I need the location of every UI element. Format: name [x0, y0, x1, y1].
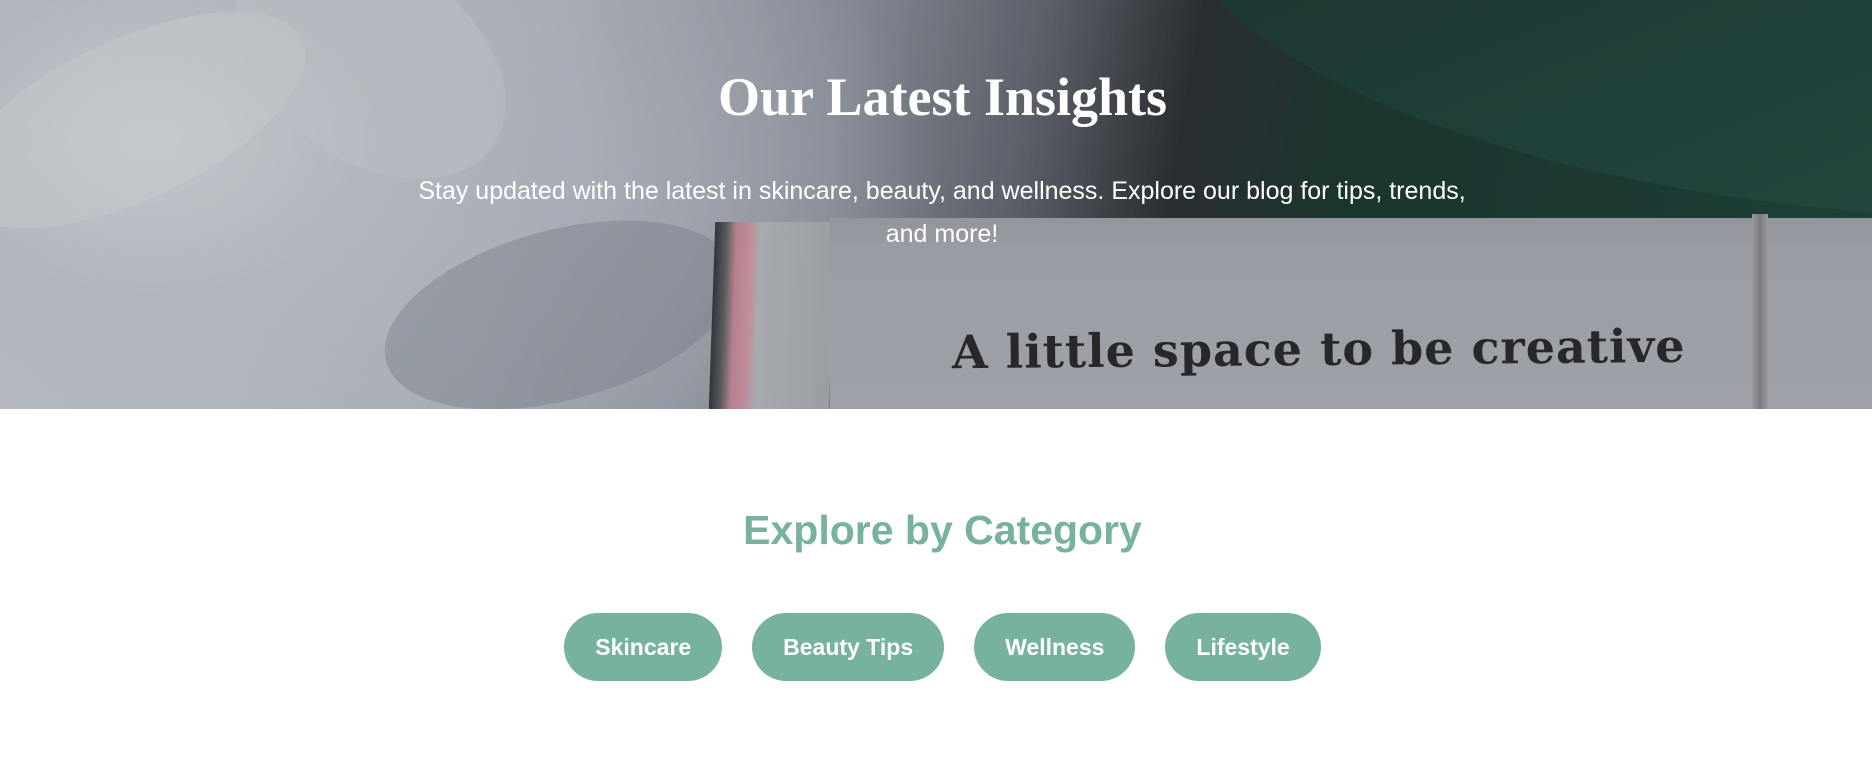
category-button-wellness[interactable]: Wellness	[974, 613, 1136, 681]
hero-subtitle: Stay updated with the latest in skincare…	[418, 177, 1466, 248]
category-title: Explore by Category	[743, 507, 1142, 553]
category-button-group: Skincare Beauty Tips Wellness Lifestyle	[0, 613, 1872, 681]
category-button-beauty-tips[interactable]: Beauty Tips	[752, 613, 945, 681]
category-section: Explore by Category Skincare Beauty Tips…	[0, 409, 1872, 759]
category-button-lifestyle[interactable]: Lifestyle	[1165, 613, 1321, 681]
hero-title: Our Latest Insights	[717, 67, 1168, 127]
hero-section: A little space to be creative Our Latest…	[0, 0, 1872, 409]
category-button-skincare[interactable]: Skincare	[564, 613, 723, 681]
